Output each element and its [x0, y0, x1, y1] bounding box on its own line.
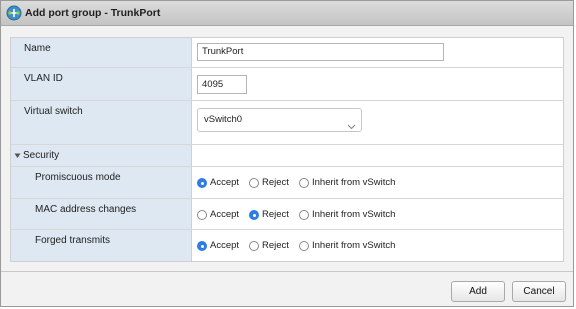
name-input[interactable]: TrunkPort [197, 43, 444, 61]
name-row: Name TrunkPort [11, 38, 563, 68]
virtual-switch-row: Virtual switch vSwitch0 [11, 101, 563, 145]
footer-divider [1, 271, 573, 272]
form-table: Name TrunkPort VLAN ID 4095 Virtual swit… [10, 37, 564, 262]
port-group-icon [6, 5, 22, 21]
virtual-switch-select[interactable]: vSwitch0 [197, 108, 362, 132]
vlan-id-input[interactable]: 4095 [197, 75, 247, 94]
promiscuous-mode-row: Promiscuous mode Accept Reject Inherit f… [11, 167, 563, 199]
virtual-switch-value: vSwitch0 [204, 114, 243, 125]
chevron-down-icon [347, 117, 356, 130]
cancel-button[interactable]: Cancel [512, 281, 566, 302]
add-port-group-dialog: Add port group - TrunkPort Name TrunkPor… [0, 0, 574, 307]
caret-down-icon [14, 151, 21, 162]
vlan-id-label: VLAN ID [24, 73, 63, 84]
forged-transmits-row: Forged transmits Accept Reject Inherit f… [11, 230, 563, 261]
mac-address-changes-label: MAC address changes [35, 204, 137, 215]
promiscuous-mode-label: Promiscuous mode [35, 172, 121, 183]
security-section-header[interactable]: Security [11, 145, 563, 167]
dialog-titlebar: Add port group - TrunkPort [1, 1, 573, 26]
add-button[interactable]: Add [451, 281, 505, 302]
virtual-switch-label: Virtual switch [24, 106, 83, 117]
dialog-title: Add port group - TrunkPort [25, 7, 161, 19]
security-label: Security [23, 150, 60, 161]
name-label: Name [24, 43, 51, 54]
vlan-id-row: VLAN ID 4095 [11, 68, 563, 101]
mac-address-changes-row: MAC address changes Accept Reject Inheri… [11, 199, 563, 230]
forged-transmits-label: Forged transmits [35, 235, 111, 246]
